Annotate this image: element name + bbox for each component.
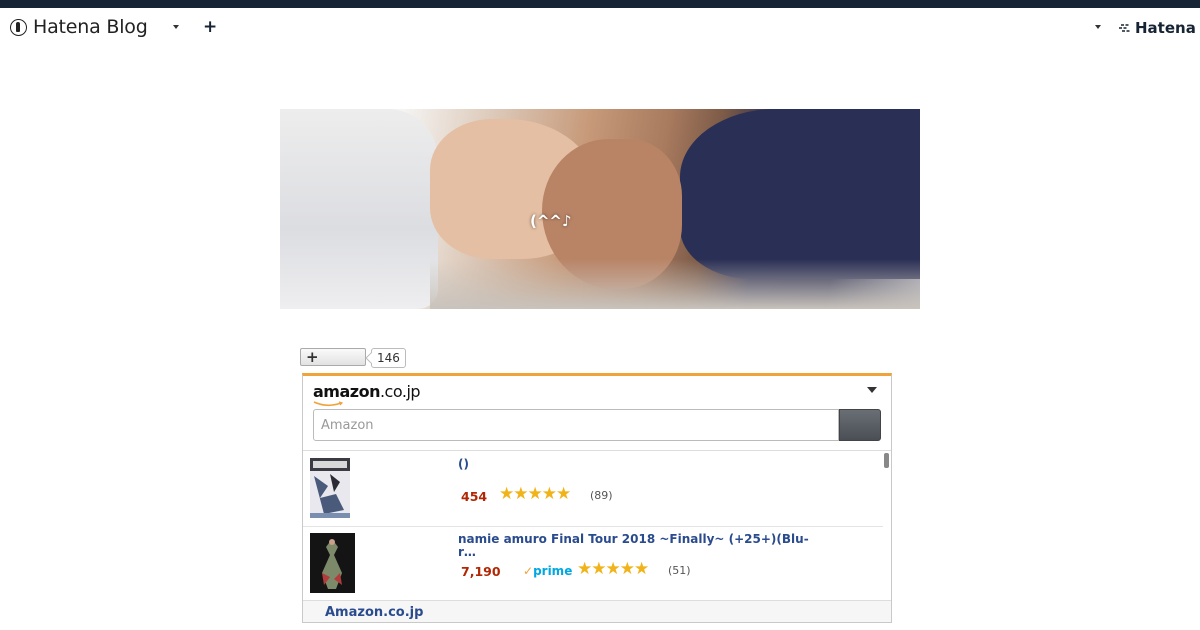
header-photo-sleeve-dark xyxy=(680,109,920,279)
star-rating: ★★★★★ xyxy=(499,484,571,504)
hatena-icon xyxy=(1119,24,1131,32)
amazon-logo-main: amazon xyxy=(313,382,380,401)
header-photo-sleeve-white xyxy=(280,109,438,309)
product-thumbnail[interactable] xyxy=(310,533,355,593)
amazon-smile-icon xyxy=(313,401,344,407)
product-item[interactable]: () 454 ★★★★★ (89) xyxy=(303,451,883,527)
product-thumbnail[interactable] xyxy=(310,458,350,518)
blog-header-image[interactable]: (^^♪ xyxy=(280,109,920,309)
amazon-logo-suffix: .co.jp xyxy=(379,382,421,401)
scrollbar-thumb[interactable] xyxy=(884,453,889,468)
hatena-label: Hatena xyxy=(1135,19,1196,37)
store-select-caret-icon[interactable] xyxy=(867,387,877,393)
amazon-logo[interactable]: amazon.co.jp xyxy=(313,382,421,401)
amazon-widget-footer: Amazon.co.jp xyxy=(303,600,891,622)
prime-label: prime xyxy=(533,564,573,578)
amazon-search-input[interactable] xyxy=(313,409,839,441)
product-price: 454 xyxy=(461,489,488,504)
star-rating: ★★★★★ xyxy=(577,559,649,579)
blog-menu-caret-icon[interactable] xyxy=(173,25,179,29)
prime-check-icon: ✓ xyxy=(523,564,534,578)
hatena-blog-logo[interactable]: Hatena Blog xyxy=(10,16,148,38)
product-item[interactable]: namie amuro Final Tour 2018 ~Finally~ (+… xyxy=(303,526,883,601)
user-menu-caret-icon[interactable] xyxy=(1095,25,1101,29)
review-count[interactable]: (89) xyxy=(590,489,613,502)
prime-badge: ✓prime xyxy=(523,564,572,578)
star-count-badge[interactable]: 146 xyxy=(371,348,406,368)
add-star-button[interactable]: + xyxy=(300,348,366,366)
add-entry-button[interactable]: + xyxy=(203,17,217,37)
hatena-link[interactable]: Hatena xyxy=(1118,19,1196,37)
top-band xyxy=(0,0,1200,8)
product-list-scrollbar[interactable] xyxy=(884,451,890,601)
product-list: () 454 ★★★★★ (89) namie amuro Final Tour… xyxy=(303,450,891,601)
review-count[interactable]: (51) xyxy=(668,564,691,577)
hatena-blog-logo-icon xyxy=(10,18,27,36)
blog-title[interactable]: (^^♪ xyxy=(530,212,572,230)
amazon-footer-link[interactable]: Amazon.co.jp xyxy=(325,605,423,620)
product-name[interactable]: namie amuro Final Tour 2018 ~Finally~ (+… xyxy=(458,533,818,559)
product-price: 7,190 xyxy=(461,564,501,579)
product-name[interactable]: () xyxy=(458,458,818,471)
header-photo-floor xyxy=(430,259,920,309)
global-nav: Hatena Blog + Hatena xyxy=(0,8,1200,46)
logo-text: Hatena Blog xyxy=(33,16,148,38)
add-star-plus-icon: + xyxy=(306,348,319,366)
amazon-widget: amazon.co.jp () 454 ★★★★★ (89) xyxy=(302,373,892,623)
amazon-search-button[interactable] xyxy=(839,409,881,441)
